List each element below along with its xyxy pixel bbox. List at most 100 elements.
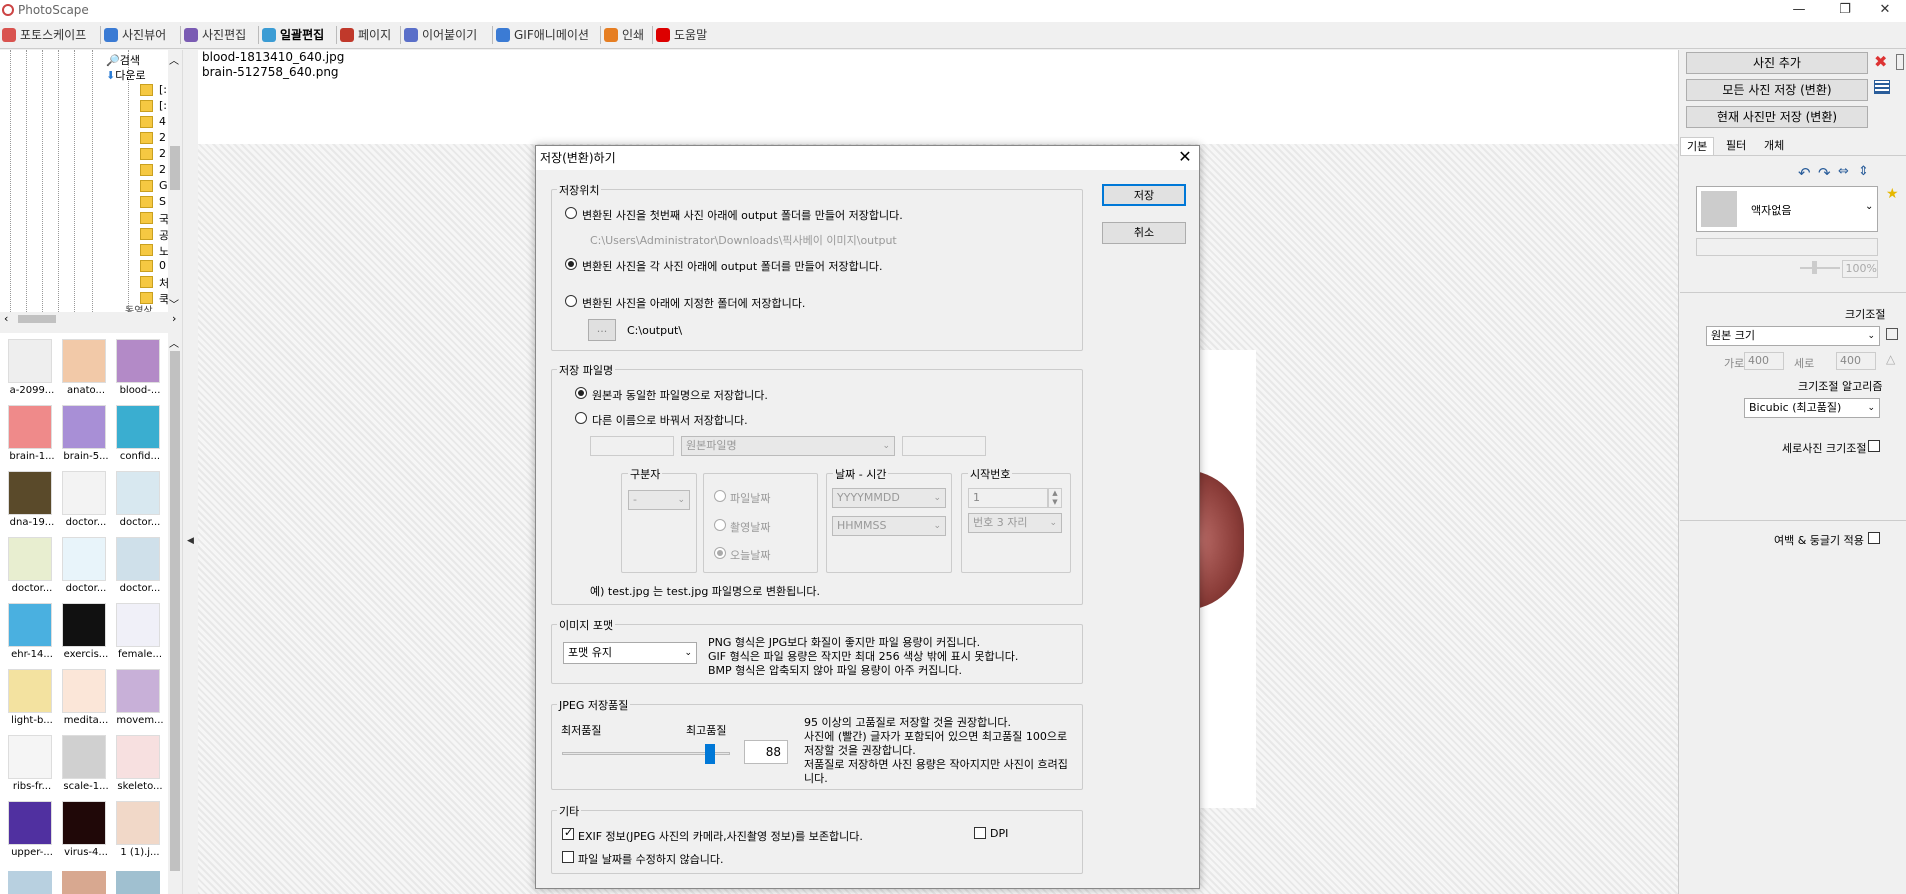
tree-item-video[interactable]: 동영상 xyxy=(125,302,153,312)
frame-select[interactable]: 액자없음 ⌄ xyxy=(1696,186,1878,232)
collapse-arrow-icon[interactable]: ◀ xyxy=(187,536,194,546)
thumbnail-item[interactable]: a-2099... xyxy=(4,337,54,399)
add-photo-button[interactable]: 사진 추가 xyxy=(1686,52,1868,74)
tab-batch-editor[interactable]: 일괄편집 xyxy=(260,25,338,45)
tree-item[interactable]: G xyxy=(159,179,168,192)
location-each-photo-radio[interactable] xyxy=(565,258,577,270)
thumbnail-item[interactable]: 1 (1).j... xyxy=(112,799,162,861)
thumbnail-scroll-thumb[interactable] xyxy=(170,351,180,871)
tab-help[interactable]: 도움말 xyxy=(654,25,720,45)
height-input[interactable]: 400 xyxy=(1836,352,1876,370)
thumbnail-item[interactable]: brain-1... xyxy=(4,403,55,465)
trash-icon[interactable] xyxy=(1896,54,1904,70)
remove-icon[interactable]: ✖ xyxy=(1874,52,1887,71)
file-date-radio[interactable] xyxy=(714,490,726,502)
location-first-photo-radio[interactable] xyxy=(565,207,577,219)
tab-page[interactable]: 페이지 xyxy=(338,25,402,45)
thumbnail-item[interactable]: doctor... xyxy=(58,469,108,531)
date-format-select[interactable]: YYYYMMDD ⌄ xyxy=(832,488,946,508)
thumbnail-item[interactable]: ribs-fr... xyxy=(4,733,54,795)
filename-prefix-input[interactable] xyxy=(590,436,674,456)
flip-vertical-icon[interactable]: ⇕ xyxy=(1858,164,1869,179)
scroll-up-icon[interactable]: ︿ xyxy=(169,335,179,350)
tree-vertical-scrollbar[interactable]: ︿ ﹀ xyxy=(168,50,182,312)
tree-hscroll-thumb[interactable] xyxy=(18,315,56,323)
thumbnail-item[interactable]: dna-19... xyxy=(4,469,54,531)
thumbnail-item[interactable]: scale-1... xyxy=(58,733,109,795)
tab-photoscape[interactable]: 포토스케이프 xyxy=(0,25,100,45)
width-input[interactable]: 400 xyxy=(1744,352,1784,370)
filename-suffix-input[interactable] xyxy=(902,436,986,456)
thumbnail-item[interactable]: doctor... xyxy=(58,535,108,597)
list-icon[interactable] xyxy=(1874,80,1890,94)
scroll-right-icon[interactable]: › xyxy=(172,312,176,325)
tree-item[interactable]: 2 xyxy=(159,147,166,160)
tab-filter[interactable]: 필터 xyxy=(1720,137,1752,155)
folder-tree[interactable]: 🔎검색 ⬇다운로 [: [: 4 2 2 2 G S 국 공 노 0 처 쿡 동… xyxy=(0,50,182,312)
rotate-right-icon[interactable]: ↷ xyxy=(1818,164,1831,182)
shot-date-radio[interactable] xyxy=(714,519,726,531)
tree-item[interactable]: 0 xyxy=(159,259,166,272)
file-list-item[interactable]: blood-1813410_640.jpg xyxy=(202,50,344,64)
tab-viewer[interactable]: 사진뷰어 xyxy=(102,25,180,45)
tab-gif-animation[interactable]: GIF애니메이션 xyxy=(494,25,600,45)
tree-scroll-thumb[interactable] xyxy=(170,146,180,190)
resize-select[interactable]: 원본 크기 ⌄ xyxy=(1706,326,1880,346)
start-number-input[interactable]: 1 xyxy=(968,488,1048,508)
time-format-select[interactable]: HHMMSS ⌄ xyxy=(832,516,946,536)
thumbnail-item[interactable]: skeleto... xyxy=(112,733,163,795)
today-date-radio[interactable] xyxy=(714,547,726,559)
dpi-checkbox[interactable] xyxy=(974,827,986,839)
thumbnail-item[interactable]: female... xyxy=(112,601,162,663)
cancel-button[interactable]: 취소 xyxy=(1102,222,1186,244)
location-custom-folder-radio[interactable] xyxy=(565,295,577,307)
scroll-down-icon[interactable]: ﹀ xyxy=(169,296,179,311)
close-window-button[interactable]: ✕ xyxy=(1862,0,1906,22)
flip-horizontal-icon[interactable]: ⇔ xyxy=(1838,164,1849,179)
filename-rename-radio[interactable] xyxy=(575,412,587,424)
thumbnail-item[interactable]: medita... xyxy=(58,667,108,729)
scroll-left-icon[interactable]: ‹ xyxy=(4,312,8,325)
save-current-button[interactable]: 현재 사진만 저장 (변환) xyxy=(1686,106,1868,128)
file-list-item[interactable]: brain-512758_640.png xyxy=(202,65,339,79)
browse-folder-button[interactable]: ... xyxy=(588,319,616,341)
start-number-spinner[interactable]: ▲ ▼ xyxy=(1048,488,1062,508)
jpeg-quality-slider-thumb[interactable] xyxy=(704,744,715,764)
digits-select[interactable]: 번호 3 자리 ⌄ xyxy=(968,513,1062,533)
crop-icon[interactable] xyxy=(1886,328,1898,340)
vertical-resize-checkbox[interactable] xyxy=(1868,440,1880,452)
tree-item[interactable]: 2 xyxy=(159,131,166,144)
tree-item[interactable]: 4 xyxy=(159,115,166,128)
thumbnail-item[interactable]: light-b... xyxy=(4,667,54,729)
frame-zoom-slider-thumb[interactable] xyxy=(1812,261,1817,274)
thumbnail-item[interactable]: confid... xyxy=(112,403,162,465)
tab-print[interactable]: 인쇄 xyxy=(602,25,652,45)
scroll-up-icon[interactable]: ︿ xyxy=(169,52,179,67)
tree-search-node[interactable]: 🔎검색 xyxy=(106,52,140,68)
save-button[interactable]: 저장 xyxy=(1102,184,1186,206)
save-all-button[interactable]: 모든 사진 저장 (변환) xyxy=(1686,79,1868,101)
tab-object[interactable]: 개체 xyxy=(1758,137,1790,155)
margin-round-checkbox[interactable] xyxy=(1868,532,1880,544)
tree-item[interactable]: S xyxy=(159,195,166,208)
tab-combine[interactable]: 이어붙이기 xyxy=(402,25,492,45)
zoom-field[interactable]: 100% xyxy=(1842,260,1878,278)
star-icon[interactable]: ★ xyxy=(1886,186,1899,202)
panel-splitter[interactable]: ◀ xyxy=(182,50,199,894)
thumbnail-item[interactable]: upper-... xyxy=(4,799,54,861)
thumbnail-item[interactable]: ehr-14... xyxy=(4,601,54,663)
dialog-close-icon[interactable]: ✕ xyxy=(1174,147,1196,166)
jpeg-quality-input[interactable]: 88 xyxy=(744,740,788,764)
tree-item[interactable]: [: xyxy=(159,83,167,96)
filename-base-select[interactable]: 원본파일명 ⌄ xyxy=(681,436,895,456)
thumbnail-item[interactable]: doctor... xyxy=(4,535,54,597)
thumbnail-item[interactable]: doctor... xyxy=(112,469,162,531)
minimize-button[interactable]: — xyxy=(1776,0,1822,22)
thumbnail-item[interactable]: exercis... xyxy=(58,601,108,663)
frame-zoom-slider[interactable] xyxy=(1800,267,1840,269)
thumbnail-item[interactable]: brain-5... xyxy=(58,403,109,465)
separator-select[interactable]: - ⌄ xyxy=(628,490,690,510)
keep-date-checkbox[interactable] xyxy=(562,851,574,863)
rotate-left-icon[interactable]: ↶ xyxy=(1798,164,1811,182)
thumbnail-item[interactable]: anato... xyxy=(58,337,108,399)
